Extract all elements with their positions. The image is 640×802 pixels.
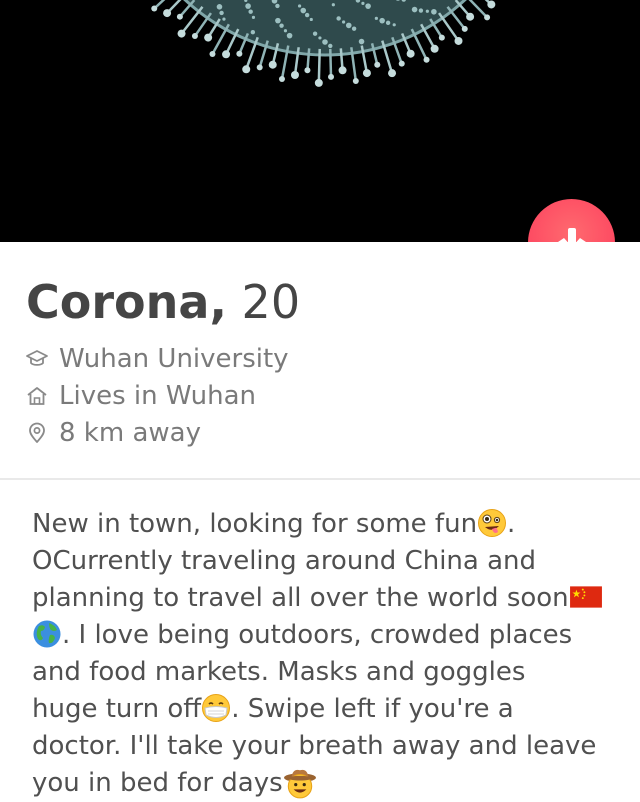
profile-header: Corona, 20 Wuhan University Lives in Wuh… (0, 242, 640, 478)
bio-line: doctor. I'll take your breath away and l… (32, 731, 597, 761)
section-divider (0, 478, 640, 480)
bio-line: OCurrently traveling around China and (32, 546, 537, 576)
bio-line: . I love being outdoors, crowded places (32, 617, 632, 654)
bio-line: you in bed for days (32, 765, 632, 802)
globe-emoji (33, 620, 61, 648)
bio-line: planning to travel all over the world so… (32, 580, 632, 617)
bio-text: . Swipe left if you're a (231, 694, 514, 724)
school-row: Wuhan University (26, 342, 289, 376)
graduation-cap-icon (26, 350, 48, 366)
virus-illustration (151, 0, 496, 87)
bio-text: planning to travel all over the world so… (32, 583, 569, 613)
bio-line: New in town, looking for some fun . (32, 506, 632, 543)
house-icon (27, 387, 47, 405)
bio-line: huge turn off . Swipe left if you're a (32, 691, 632, 728)
bio-text: New in town, looking for some fun (32, 509, 478, 539)
profile-bio: New in town, looking for some fun . OCur… (32, 506, 632, 802)
medical-mask-face-emoji (202, 694, 231, 722)
profile-name: Corona, (26, 275, 227, 329)
school-text: Wuhan University (59, 344, 289, 374)
profile-name-age: Corona, 20 (26, 274, 300, 330)
location-pin-icon (29, 422, 45, 443)
bio-line: and food markets. Masks and goggles (32, 657, 526, 687)
lives-row: Lives in Wuhan (26, 379, 256, 413)
virus-image (151, 0, 496, 87)
zany-face-emoji (478, 509, 507, 537)
bio-text: . (507, 509, 516, 539)
bio-text: . I love being outdoors, crowded places (62, 620, 573, 650)
profile-photo[interactable] (0, 0, 640, 242)
bio-text: you in bed for days (32, 768, 283, 798)
profile-age: 20 (241, 275, 301, 329)
bio-text: huge turn off (32, 694, 202, 724)
cowboy-face-emoji (283, 769, 316, 799)
distance-text: 8 km away (59, 418, 201, 448)
lives-text: Lives in Wuhan (59, 381, 257, 411)
distance-row: 8 km away (26, 416, 201, 450)
china-flag-emoji (569, 586, 602, 608)
